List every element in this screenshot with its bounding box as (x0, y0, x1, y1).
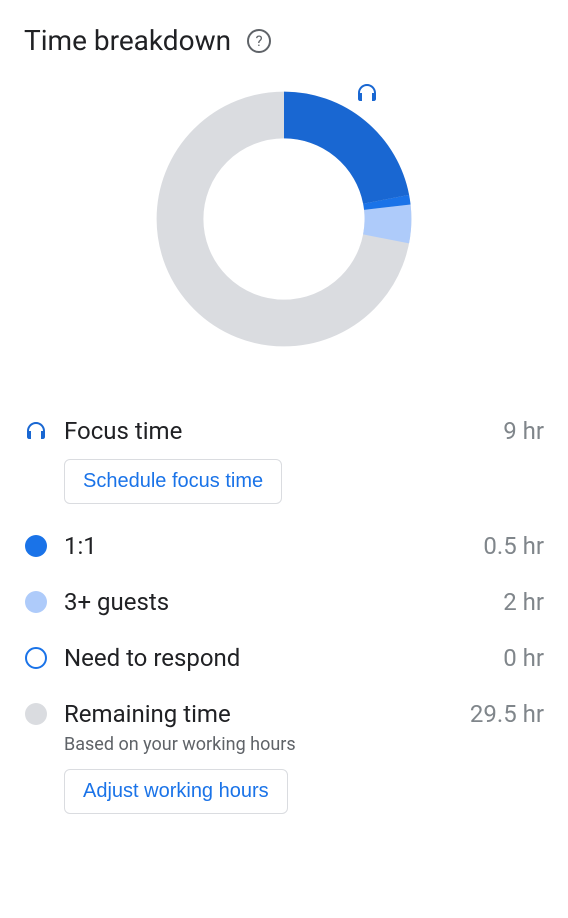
legend-item-respond: Need to respond 0 hr (24, 644, 544, 672)
schedule-focus-button[interactable]: Schedule focus time (64, 459, 282, 504)
legend-item-oneonone: 1:1 0.5 hr (24, 532, 544, 560)
legend: Focus time 9 hr Schedule focus time 1:1 … (24, 417, 544, 814)
legend-label: 1:1 (64, 532, 97, 560)
donut-chart (24, 89, 544, 369)
dot-icon (24, 702, 48, 726)
legend-item-guests: 3+ guests 2 hr (24, 588, 544, 616)
legend-item-focus: Focus time 9 hr Schedule focus time (24, 417, 544, 504)
legend-value: 9 hr (503, 417, 544, 445)
headphones-icon (355, 81, 379, 109)
legend-value: 0 hr (503, 644, 544, 672)
dot-icon (24, 534, 48, 558)
headphones-icon (24, 419, 48, 443)
adjust-hours-button[interactable]: Adjust working hours (64, 769, 288, 814)
legend-value: 29.5 hr (470, 700, 544, 728)
legend-item-remaining: Remaining time 29.5 hr Based on your wor… (24, 700, 544, 814)
donut-svg (154, 89, 414, 349)
dot-icon (24, 590, 48, 614)
legend-label: 3+ guests (64, 588, 169, 616)
dot-outline-icon (24, 646, 48, 670)
legend-value: 2 hr (503, 588, 544, 616)
legend-label: Focus time (64, 417, 182, 445)
legend-sublabel: Based on your working hours (64, 734, 544, 755)
legend-label: Remaining time (64, 700, 231, 728)
legend-value: 0.5 hr (483, 532, 544, 560)
page-title: Time breakdown (24, 24, 231, 57)
header: Time breakdown ? (24, 24, 544, 57)
legend-label: Need to respond (64, 644, 240, 672)
help-icon[interactable]: ? (247, 29, 271, 53)
